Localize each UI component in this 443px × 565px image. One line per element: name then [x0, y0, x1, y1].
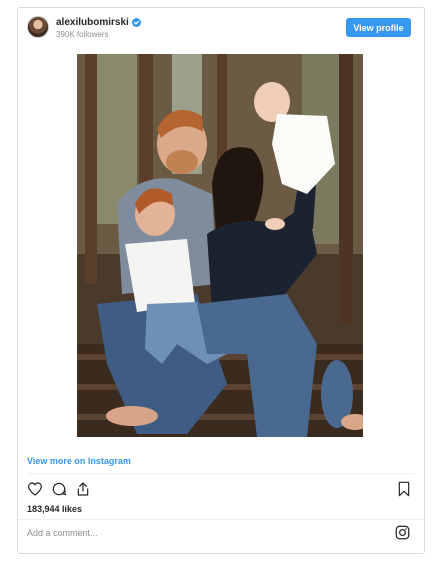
divider	[18, 519, 424, 520]
instagram-embed: alexilubomirski 390K followers View prof…	[17, 7, 425, 554]
verified-badge-icon	[131, 18, 141, 27]
bookmark-icon[interactable]	[397, 481, 411, 497]
followers-count: 390K followers	[56, 30, 109, 39]
share-icon[interactable]	[75, 481, 91, 497]
username[interactable]: alexilubomirski	[56, 17, 129, 28]
view-more-link[interactable]: View more on Instagram	[27, 456, 131, 466]
divider	[27, 473, 415, 474]
likes-count[interactable]: 183,944 likes	[27, 504, 82, 514]
view-profile-button[interactable]: View profile	[346, 18, 411, 37]
instagram-logo-icon[interactable]	[395, 525, 410, 540]
avatar[interactable]	[27, 16, 49, 38]
post-photo[interactable]	[77, 54, 363, 437]
comment-input[interactable]: Add a comment...	[27, 528, 98, 538]
action-bar	[27, 481, 91, 497]
family-photo-image	[77, 54, 363, 437]
post-header: alexilubomirski 390K followers View prof…	[18, 8, 424, 48]
username-row[interactable]: alexilubomirski	[56, 17, 141, 28]
comment-icon[interactable]	[51, 481, 67, 497]
heart-icon[interactable]	[27, 481, 43, 497]
